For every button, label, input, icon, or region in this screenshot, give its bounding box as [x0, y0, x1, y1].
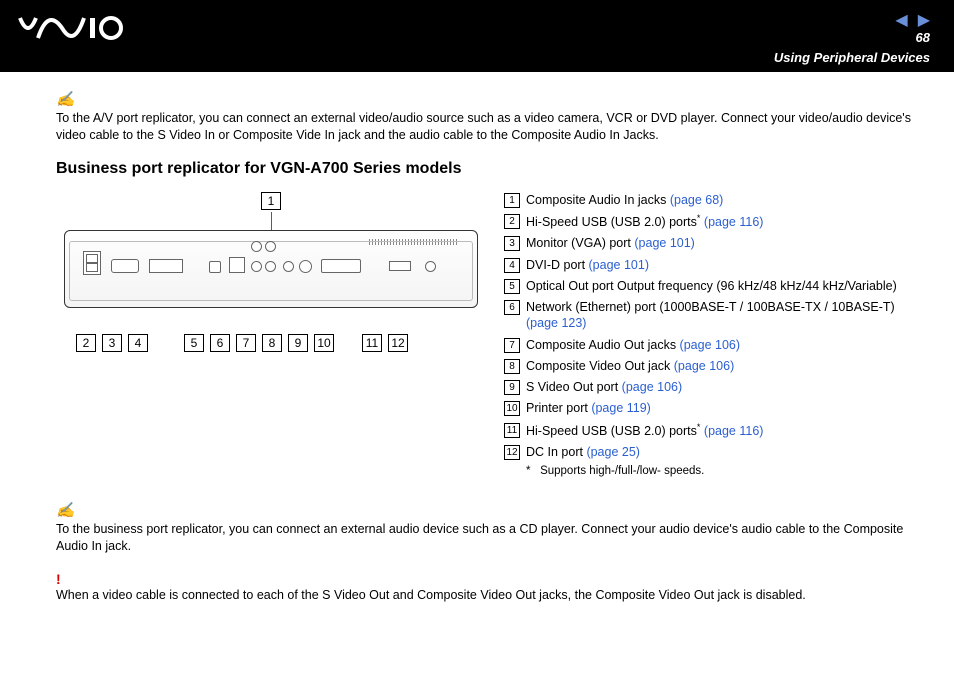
page-link[interactable]: (page 101)	[589, 258, 649, 272]
legend-number: 12	[504, 445, 520, 460]
footnote: * Supports high-/full-/low- speeds.	[526, 465, 914, 477]
page-link[interactable]: (page 106)	[680, 338, 740, 352]
legend-number: 10	[504, 401, 520, 416]
legend-item: 9 S Video Out port (page 106)	[504, 379, 914, 395]
page-link[interactable]: (page 106)	[674, 359, 734, 373]
callout-box: 10	[314, 334, 334, 352]
ethernet-port-icon	[229, 257, 245, 273]
page-number: 68	[916, 30, 930, 45]
note-text-1: To the A/V port replicator, you can conn…	[56, 110, 914, 144]
page-header: ◀ ▶ 68 Using Peripheral Devices	[0, 0, 954, 72]
callout-box: 6	[210, 334, 230, 352]
callout-box: 3	[102, 334, 122, 352]
legend-number: 6	[504, 300, 520, 315]
legend-text: Composite Audio In jacks (page 68)	[526, 192, 723, 208]
callout-box: 1	[261, 192, 281, 210]
callout-top: 1	[261, 192, 281, 210]
note-text-2: To the business port replicator, you can…	[56, 521, 914, 555]
legend-text: DC In port (page 25)	[526, 444, 640, 460]
page-link[interactable]: (page 68)	[670, 193, 724, 207]
page-link[interactable]: (page 101)	[634, 236, 694, 250]
audio-in-jack-icon	[251, 241, 262, 252]
callout-box: 7	[236, 334, 256, 352]
legend-text: DVI-D port (page 101)	[526, 257, 649, 273]
page-link[interactable]: (page 25)	[586, 445, 640, 459]
legend-item: 6 Network (Ethernet) port (1000BASE-T / 1…	[504, 299, 914, 332]
note-icon: ✍	[56, 501, 75, 519]
page-link[interactable]: (page 116)	[704, 215, 764, 229]
note-icon: ✍	[56, 90, 75, 108]
vaio-logo	[18, 14, 128, 45]
next-page-icon[interactable]: ▶	[918, 10, 930, 30]
legend-item: 2 Hi-Speed USB (USB 2.0) ports* (page 116…	[504, 213, 914, 230]
dc-in-icon	[425, 261, 436, 272]
legend-item: 4 DVI-D port (page 101)	[504, 257, 914, 273]
page-link[interactable]: (page 116)	[704, 424, 764, 438]
legend-item: 10 Printer port (page 119)	[504, 400, 914, 416]
section-heading: Business port replicator for VGN-A700 Se…	[56, 160, 914, 178]
diagram-column: 1	[56, 192, 486, 352]
warning-text: When a video cable is connected to each …	[56, 587, 914, 604]
usb-port-icon	[389, 261, 411, 271]
prev-page-icon[interactable]: ◀	[895, 10, 907, 30]
legend-text: Printer port (page 119)	[526, 400, 651, 416]
legend-item: 7 Composite Audio Out jacks (page 106)	[504, 337, 914, 353]
svideo-port-icon	[299, 260, 312, 273]
bottom-callout-row: 2 3 4 5 6 7 8 9 10 11 12	[56, 334, 486, 352]
composite-video-icon	[283, 261, 294, 272]
audio-out-jack-icon	[251, 261, 262, 272]
legend-number: 8	[504, 359, 520, 374]
legend-item: 12 DC In port (page 25)	[504, 444, 914, 460]
page-content: ✍ To the A/V port replicator, you can co…	[0, 72, 954, 634]
usb-port-icon	[83, 251, 101, 275]
legend-text: Hi-Speed USB (USB 2.0) ports* (page 116)	[526, 422, 763, 439]
legend-text: Hi-Speed USB (USB 2.0) ports* (page 116)	[526, 213, 763, 230]
page-link[interactable]: (page 119)	[591, 401, 651, 415]
legend-item: 11 Hi-Speed USB (USB 2.0) ports* (page 11…	[504, 422, 914, 439]
legend-text: Composite Video Out jack (page 106)	[526, 358, 734, 374]
callout-box: 5	[184, 334, 204, 352]
legend-number: 2	[504, 214, 520, 229]
section-title: Using Peripheral Devices	[774, 50, 930, 65]
callout-box: 2	[76, 334, 96, 352]
legend-item: 3 Monitor (VGA) port (page 101)	[504, 235, 914, 251]
page-link[interactable]: (page 106)	[622, 380, 682, 394]
vga-port-icon	[111, 259, 139, 273]
legend-number: 4	[504, 258, 520, 273]
device-body	[64, 230, 478, 308]
callout-box: 9	[288, 334, 308, 352]
legend-number: 9	[504, 380, 520, 395]
legend-text: Network (Ethernet) port (1000BASE-T / 10…	[526, 299, 914, 332]
legend-list: 1 Composite Audio In jacks (page 68) 2 Hi-…	[504, 192, 914, 478]
legend-item: 5 Optical Out port Output frequency (96 k…	[504, 278, 914, 294]
leader-line	[271, 212, 272, 230]
callout-box: 11	[362, 334, 382, 352]
dvi-port-icon	[149, 259, 183, 273]
audio-in-jack-icon	[265, 241, 276, 252]
legend-text: Monitor (VGA) port (page 101)	[526, 235, 695, 251]
legend-number: 11	[504, 423, 520, 438]
callout-box: 8	[262, 334, 282, 352]
legend-text: Optical Out port Output frequency (96 kH…	[526, 278, 897, 294]
page-link[interactable]: (page 123)	[526, 316, 586, 330]
legend-number: 3	[504, 236, 520, 251]
legend-item: 8 Composite Video Out jack (page 106)	[504, 358, 914, 374]
legend-number: 7	[504, 338, 520, 353]
callout-box: 4	[128, 334, 148, 352]
printer-port-icon	[321, 259, 361, 273]
legend-number: 5	[504, 279, 520, 294]
legend-item: 1 Composite Audio In jacks (page 68)	[504, 192, 914, 208]
optical-port-icon	[209, 261, 221, 273]
legend-text: S Video Out port (page 106)	[526, 379, 682, 395]
port-replicator-diagram: 1	[56, 192, 486, 352]
callout-box: 12	[388, 334, 408, 352]
audio-out-jack-icon	[265, 261, 276, 272]
legend-number: 1	[504, 193, 520, 208]
warning-icon: !	[56, 571, 914, 587]
legend-text: Composite Audio Out jacks (page 106)	[526, 337, 740, 353]
nav-arrows: ◀ ▶	[895, 10, 930, 30]
